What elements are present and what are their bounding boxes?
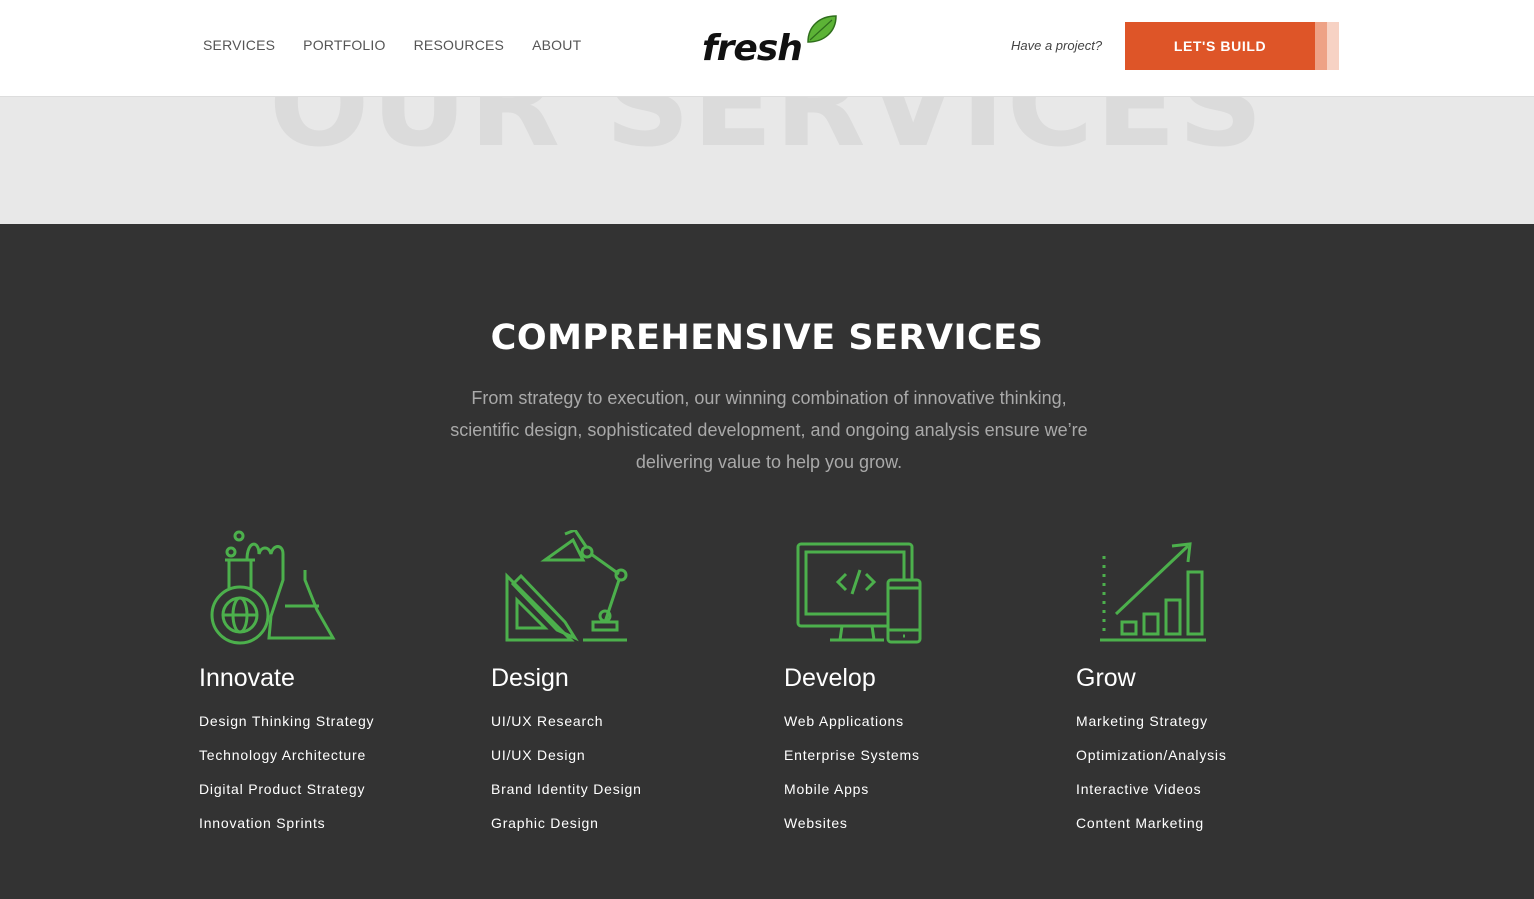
service-column-grow: Grow Marketing Strategy Optimization/Ana… xyxy=(1076,530,1336,831)
service-column-innovate: Innovate Design Thinking Strategy Techno… xyxy=(199,530,459,831)
list-item[interactable]: Graphic Design xyxy=(491,815,642,849)
site-header: SERVICES PORTFOLIO RESOURCES ABOUT fresh… xyxy=(0,0,1534,97)
list-item[interactable]: Content Marketing xyxy=(1076,815,1227,849)
list-item[interactable]: Enterprise Systems xyxy=(784,747,920,781)
nav-resources[interactable]: RESOURCES xyxy=(414,37,504,53)
list-item[interactable]: Digital Product Strategy xyxy=(199,781,374,815)
lab-flask-globe-icon xyxy=(210,530,336,645)
cta-accent-stripe-light xyxy=(1327,22,1339,70)
list-item[interactable]: Design Thinking Strategy xyxy=(199,713,374,747)
list-item[interactable]: UI/UX Design xyxy=(491,747,642,781)
column-heading: Design xyxy=(491,664,569,692)
list-item[interactable]: Brand Identity Design xyxy=(491,781,642,815)
nav-portfolio[interactable]: PORTFOLIO xyxy=(303,37,385,53)
hero-title: OUR SERVICES xyxy=(269,97,1265,173)
hero-band: OUR SERVICES xyxy=(0,97,1534,224)
main-nav: SERVICES PORTFOLIO RESOURCES ABOUT xyxy=(203,37,609,53)
list-item[interactable]: Web Applications xyxy=(784,713,920,747)
service-column-develop: Develop Web Applications Enterprise Syst… xyxy=(784,530,1044,831)
list-item[interactable]: Mobile Apps xyxy=(784,781,920,815)
leaf-icon xyxy=(807,15,837,43)
list-item[interactable]: Innovation Sprints xyxy=(199,815,374,849)
monitor-code-phone-icon xyxy=(796,542,922,644)
have-project-text: Have a project? xyxy=(1011,38,1103,53)
desk-lamp-drafting-icon xyxy=(505,530,628,642)
list-item[interactable]: Marketing Strategy xyxy=(1076,713,1227,747)
service-list: Marketing Strategy Optimization/Analysis… xyxy=(1076,713,1227,849)
service-list: UI/UX Research UI/UX Design Brand Identi… xyxy=(491,713,642,849)
logo-wordmark: fresh xyxy=(702,28,803,69)
column-heading: Innovate xyxy=(199,664,295,692)
column-heading: Develop xyxy=(784,664,876,692)
cta-accent-stripe xyxy=(1315,22,1327,70)
list-item[interactable]: Optimization/Analysis xyxy=(1076,747,1227,781)
lets-build-button[interactable]: LET'S BUILD xyxy=(1125,22,1315,70)
service-column-design: Design UI/UX Research UI/UX Design Brand… xyxy=(491,530,751,831)
column-heading: Grow xyxy=(1076,664,1136,692)
service-list: Web Applications Enterprise Systems Mobi… xyxy=(784,713,920,849)
growth-chart-icon xyxy=(1100,542,1206,642)
nav-services[interactable]: SERVICES xyxy=(203,37,275,53)
list-item[interactable]: Websites xyxy=(784,815,920,849)
service-list: Design Thinking Strategy Technology Arch… xyxy=(199,713,374,849)
nav-about[interactable]: ABOUT xyxy=(532,37,581,53)
list-item[interactable]: Technology Architecture xyxy=(199,747,374,781)
list-item[interactable]: Interactive Videos xyxy=(1076,781,1227,815)
section-description: From strategy to execution, our winning … xyxy=(450,388,1088,472)
section-title: COMPREHENSIVE SERVICES xyxy=(490,318,1044,358)
fresh-logo[interactable]: fresh xyxy=(702,14,837,72)
list-item[interactable]: UI/UX Research xyxy=(491,713,642,747)
